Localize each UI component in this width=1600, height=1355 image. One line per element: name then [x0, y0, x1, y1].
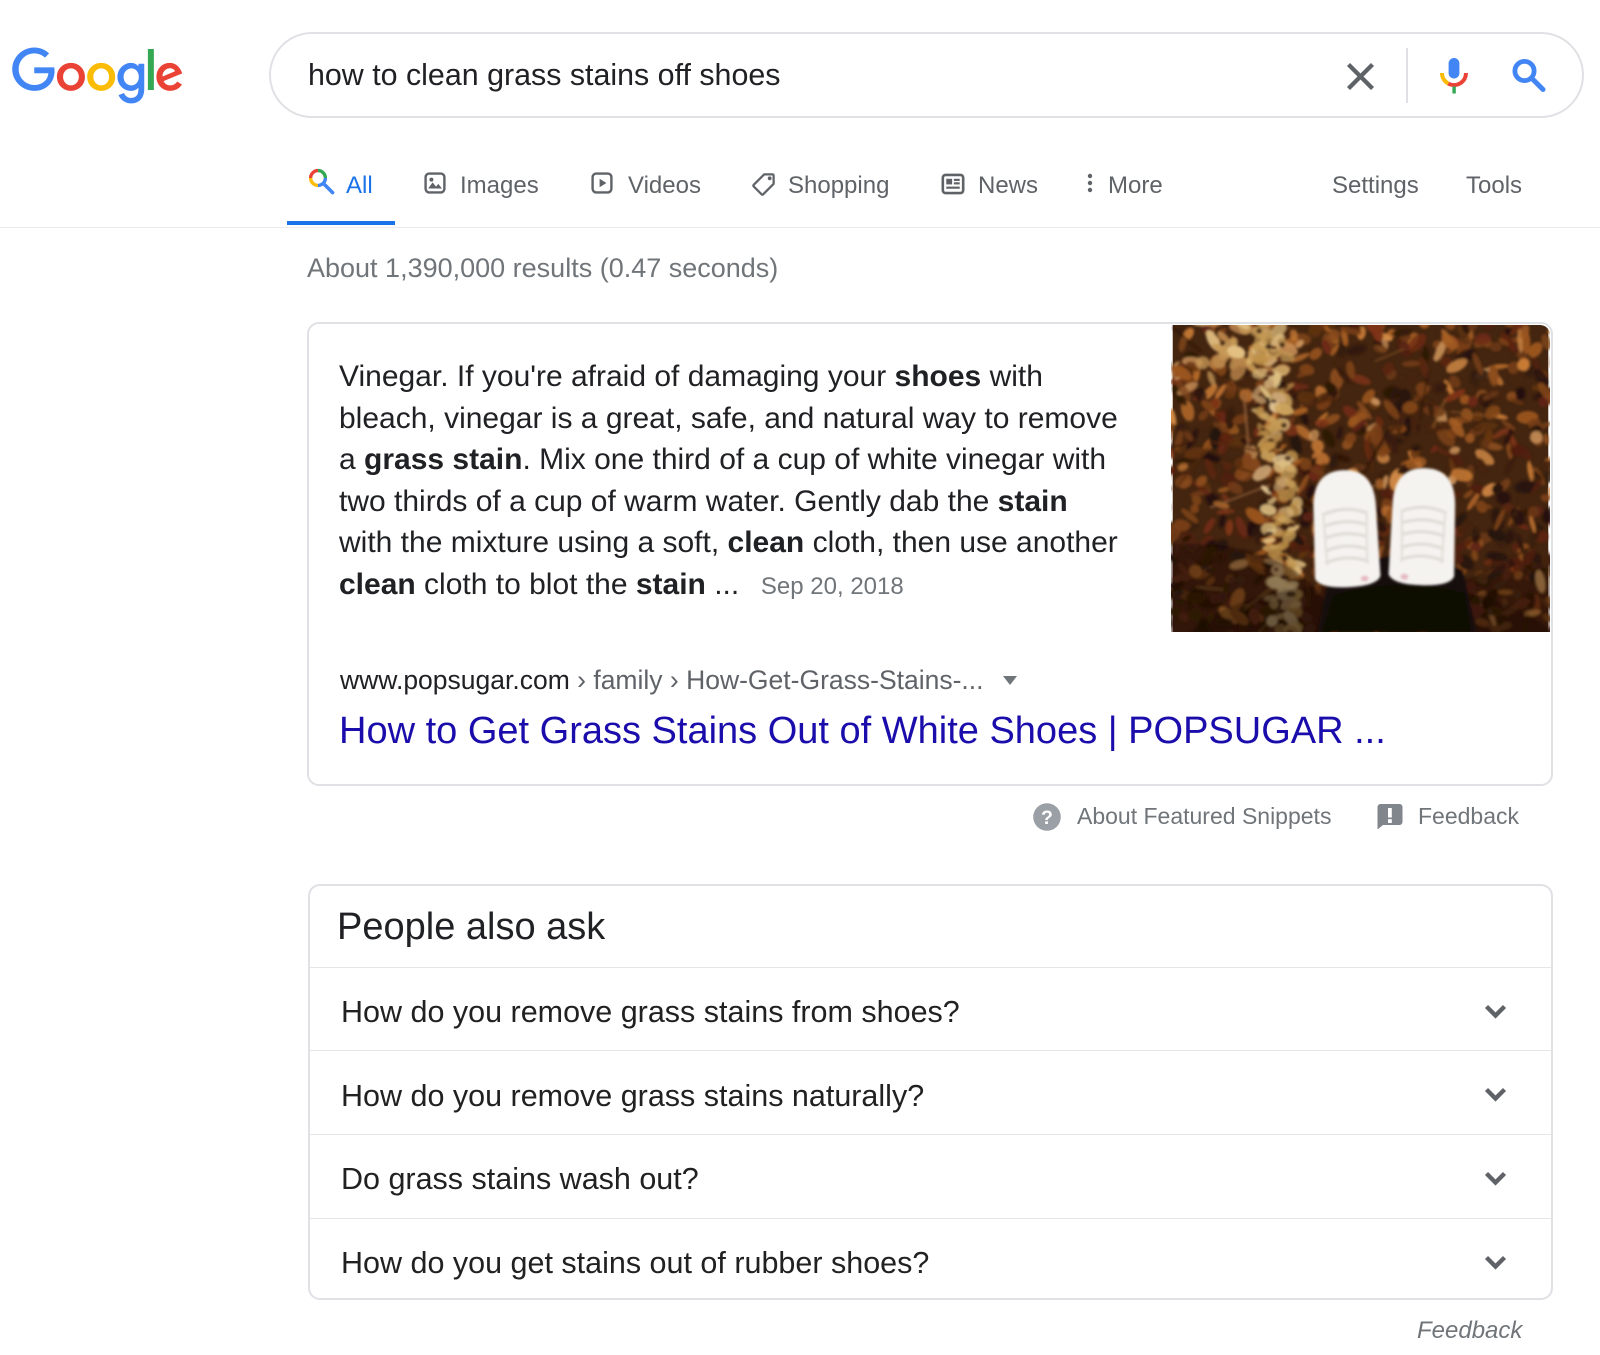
svg-text:?: ? — [1041, 807, 1053, 829]
